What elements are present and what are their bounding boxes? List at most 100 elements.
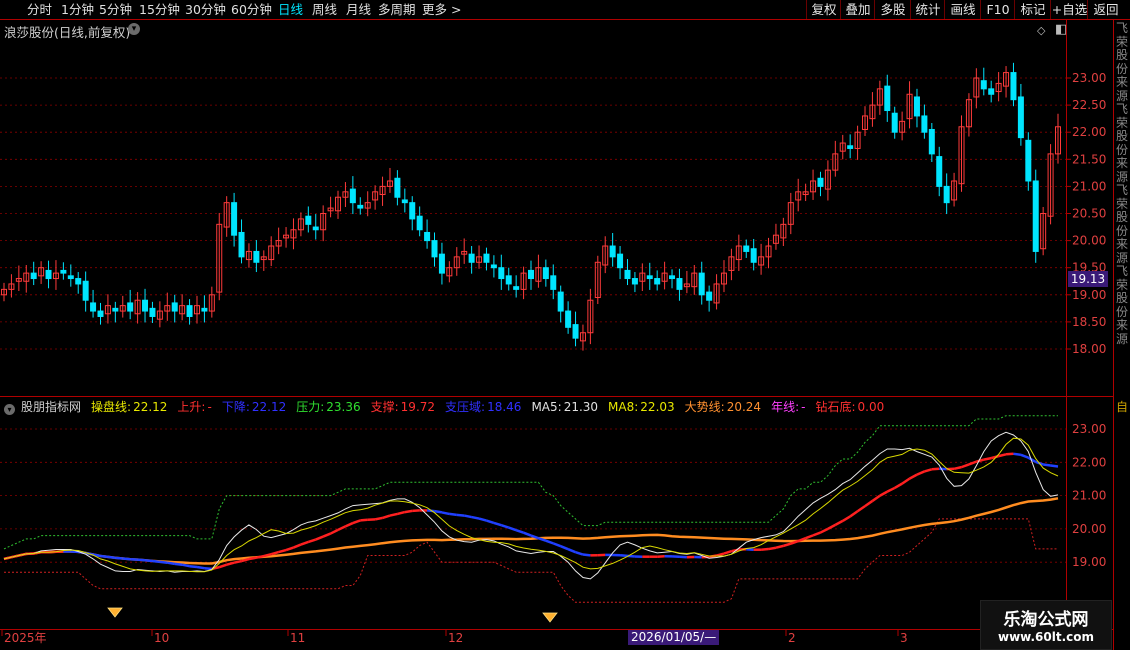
ind-y-tick-label: 23.00: [1072, 422, 1106, 436]
candle-body: [82, 280, 89, 301]
operating-line-seg: [115, 556, 123, 560]
operating-line-seg: [500, 524, 510, 529]
ind-y-tick-label: 22.00: [1072, 455, 1106, 469]
indicator-item-value: 21.30: [563, 400, 599, 414]
candle-body: [424, 231, 431, 242]
operating-line-seg: [100, 554, 109, 559]
indicator-item-label: 年线:: [771, 400, 800, 414]
indicator-item-value: -: [207, 400, 212, 414]
candle-body: [743, 245, 750, 252]
indicator-item-label: 支撑:: [370, 400, 399, 414]
candle-body: [416, 215, 423, 231]
indicator-item-0: 操盘线: 22.12: [91, 400, 167, 414]
operating-line-seg: [344, 521, 354, 528]
indicator-item-value: 19.72: [400, 400, 436, 414]
candle-body: [505, 275, 512, 285]
operating-line-seg: [953, 465, 962, 471]
date-tick-label: 2025年: [4, 631, 47, 645]
candle-body: [468, 253, 475, 263]
operating-line-seg: [976, 458, 985, 463]
operating-line-seg: [463, 514, 472, 519]
operating-line-seg: [174, 562, 183, 566]
indicator-item-value: -: [801, 400, 806, 414]
candle-body: [186, 305, 193, 317]
candle-body: [498, 267, 505, 280]
indicator-item-8: 大势线: 20.24: [685, 400, 761, 414]
indicator-item-value: 23.36: [326, 400, 361, 414]
indicator-item-9: 年线: -: [771, 400, 805, 414]
candle-body: [980, 80, 987, 90]
operating-line-seg: [560, 545, 569, 551]
operating-line-seg: [330, 528, 339, 535]
operating-line-seg: [226, 561, 235, 566]
current-price-badge: 19.13: [1068, 271, 1108, 287]
operating-line-seg: [307, 538, 317, 544]
operating-line-seg: [248, 556, 257, 561]
candle-body: [409, 202, 416, 220]
indicator-item-7: MA8: 22.03: [608, 400, 675, 414]
operating-line-seg: [871, 494, 881, 502]
operating-line-seg: [337, 525, 346, 532]
operating-line-seg: [478, 517, 487, 522]
operating-line-seg: [167, 561, 175, 566]
candle-body: [1032, 180, 1039, 252]
ind-y-tick-label: 20.00: [1072, 522, 1106, 536]
indicator-item-4: 支撑: 19.72: [371, 400, 435, 414]
operating-line-seg: [1050, 464, 1059, 468]
operating-line-seg: [285, 546, 294, 552]
candle-body: [238, 231, 245, 258]
operating-line-seg: [582, 553, 591, 557]
candle-body: [149, 307, 156, 317]
y-tick-label: 21.50: [1072, 152, 1106, 166]
date-tick-label: 3: [900, 631, 908, 645]
candle-body: [528, 269, 534, 280]
watermark-brand: 乐淘公式网: [1003, 610, 1089, 630]
operating-line-seg: [300, 540, 309, 546]
chevron-down-icon[interactable]: ▾: [4, 404, 15, 415]
operating-line-seg: [723, 550, 732, 555]
indicator-item-label: MA5:: [531, 400, 562, 414]
ind-y-tick-label: 21.00: [1072, 489, 1106, 503]
candle-body: [253, 250, 260, 263]
candle-body: [45, 269, 52, 280]
indicator-item-value: 22.03: [640, 400, 675, 414]
operating-line-seg: [159, 560, 168, 564]
operating-line-seg: [196, 565, 205, 570]
operating-line-seg: [181, 563, 190, 568]
operating-line-seg: [998, 453, 1007, 458]
operating-line-seg: [233, 559, 242, 564]
candle-body: [394, 177, 401, 198]
operating-line-seg: [263, 552, 272, 558]
y-tick-label: 20.00: [1072, 234, 1106, 248]
candle-body: [513, 286, 520, 290]
candle-body: [817, 177, 824, 187]
indicator-item-value: 22.12: [133, 400, 168, 414]
operating-line-seg: [1013, 452, 1022, 457]
candle-body: [609, 245, 616, 258]
operating-line-seg: [961, 463, 970, 469]
operating-line-seg: [471, 515, 480, 520]
operating-line-seg: [204, 566, 212, 571]
operating-line-seg: [107, 555, 116, 560]
y-tick-label: 23.00: [1072, 71, 1106, 85]
y-tick-label: 20.50: [1072, 207, 1106, 221]
operating-line-seg: [189, 564, 198, 569]
operating-line-seg: [397, 510, 406, 516]
indicator-item-6: MA5: 21.30: [531, 400, 598, 414]
candle-body: [357, 204, 364, 209]
candle-body: [490, 264, 497, 269]
operating-line-seg: [783, 542, 792, 548]
candle-body: [1010, 72, 1017, 101]
operating-line-seg: [827, 523, 836, 531]
indicator-item-value: 22.12: [251, 400, 287, 414]
candle-body: [67, 275, 74, 280]
operating-line-seg: [404, 509, 413, 514]
candle-body: [943, 185, 950, 204]
candle-body: [654, 278, 661, 285]
candle-body: [305, 215, 312, 225]
indicator-item-label: 大势线:: [684, 400, 725, 414]
candle-body: [676, 278, 683, 290]
operating-line-seg: [293, 543, 302, 549]
date-tick-label: 12: [448, 631, 463, 645]
indicator-item-label: 操盘线:: [91, 400, 132, 414]
